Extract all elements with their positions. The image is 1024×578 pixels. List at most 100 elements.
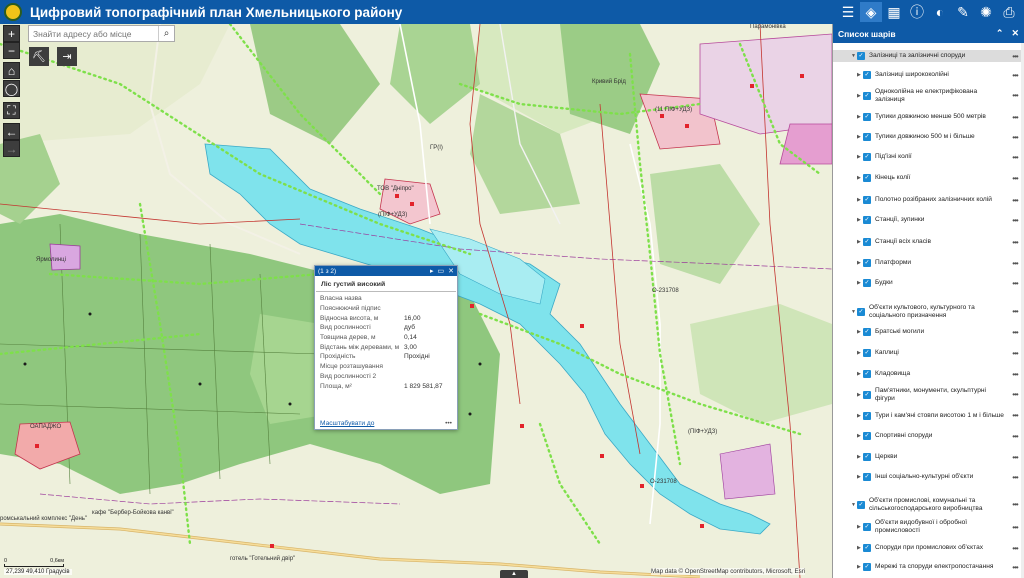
layer-item[interactable]: ▼ ✓ Об'єкти промислові, комунальні та сіль… <box>833 495 1023 514</box>
layer-item[interactable]: ▶ ✓ Станції, зупинки ••• <box>833 212 1023 228</box>
layer-item[interactable]: ▶ ✓ Церкви ••• <box>833 449 1023 465</box>
export-icon[interactable]: ⇥ <box>57 47 77 66</box>
layer-label: Споруди при промислових об'єктах <box>875 544 984 552</box>
layer-item[interactable]: ▶ ✓ Платформи ••• <box>833 255 1023 271</box>
map-label: (ПІФ+УДЗ) <box>688 429 718 435</box>
next-icon[interactable]: ▸ <box>430 267 434 275</box>
layer-label: Станції всіх класів <box>875 238 931 246</box>
layer-item[interactable]: ▶ ✓ Каплиці ••• <box>833 345 1023 361</box>
attribute-key: Площа, м² <box>320 382 352 390</box>
layer-visibility-checkbox[interactable]: ✓ <box>863 113 871 121</box>
back-arrow-icon[interactable]: ← <box>3 123 20 140</box>
layer-visibility-checkbox[interactable]: ✓ <box>863 174 871 182</box>
close-panel-icon[interactable]: ✕ <box>1011 28 1019 39</box>
more-options-icon[interactable]: ••• <box>445 420 452 427</box>
layer-visibility-checkbox[interactable]: ✓ <box>863 453 871 461</box>
layer-item[interactable]: ▶ ✓ Спортивні споруди ••• <box>833 428 1023 444</box>
attribute-row: Площа, м² 1 829 581,87 <box>315 381 457 391</box>
info-icon[interactable]: ⓘ <box>906 2 928 22</box>
layer-item[interactable]: ▶ ✓ Одноколійна не електрифікована залізни… <box>833 87 1023 104</box>
layer-item[interactable]: ▶ ✓ Полотно розібраних залізничних колій ••… <box>833 192 1023 208</box>
layer-label: Одноколійна не електрифікована залізниця <box>875 87 978 103</box>
dock-icon[interactable]: ▭ <box>438 267 445 275</box>
attribute-value: 0,14 <box>404 334 417 342</box>
layer-visibility-checkbox[interactable]: ✓ <box>863 523 871 531</box>
close-icon[interactable]: ✕ <box>448 267 454 275</box>
satellite-icon[interactable]: ✺ <box>975 2 997 22</box>
header-toolbar: ☰ ◈ ▦ ⓘ ◐ ✎ ✺ ⎙ <box>836 0 1020 24</box>
list-icon[interactable]: ☰ <box>837 2 859 22</box>
address-search: ⌕ <box>28 25 175 42</box>
layer-visibility-checkbox[interactable]: ✓ <box>863 196 871 204</box>
search-icon[interactable]: ⌕ <box>158 26 174 41</box>
measure-icon[interactable]: ✎ <box>952 2 974 22</box>
layer-item[interactable]: ▶ ✓ Тупики довжиною 500 м і більше ••• <box>833 129 1023 145</box>
layer-item[interactable]: ▶ ✓ Будки ••• <box>833 275 1023 291</box>
basemap-icon[interactable]: ▦ <box>883 2 905 22</box>
layer-item[interactable]: ▶ ✓ Кладовища ••• <box>833 366 1023 382</box>
layer-visibility-checkbox[interactable]: ✓ <box>863 349 871 357</box>
home-icon[interactable]: ⌂ <box>3 62 20 79</box>
layer-item[interactable]: ▶ ✓ Станції всіх класів ••• <box>833 234 1023 250</box>
layer-label: Під'їзні колії <box>875 153 912 161</box>
layer-visibility-checkbox[interactable]: ✓ <box>863 153 871 161</box>
layer-visibility-checkbox[interactable]: ✓ <box>863 390 871 399</box>
layer-item[interactable]: ▶ ✓ Братські могили ••• <box>833 324 1023 340</box>
layer-label: Кладовища <box>875 370 911 378</box>
zoom-out-button[interactable]: − <box>3 42 20 59</box>
layer-visibility-checkbox[interactable]: ✓ <box>863 71 871 79</box>
attribute-row: Вид рослинності дуб <box>315 323 457 333</box>
attribute-key: Власна назва <box>320 295 362 303</box>
layer-visibility-checkbox[interactable]: ✓ <box>863 432 871 440</box>
layer-visibility-checkbox[interactable]: ✓ <box>863 279 871 287</box>
layer-label: Інші соціально-культурні об'єкти <box>875 473 974 481</box>
attribute-row: Відстань між деревами, м 3,00 <box>315 342 457 352</box>
layer-list-panel: Список шарів ⌃ ✕ ▼ ✓ Залізниці та залізнич… <box>832 24 1024 578</box>
layer-visibility-checkbox[interactable]: ✓ <box>863 91 871 100</box>
layer-item[interactable]: ▶ ✓ Пам'ятники, монументи, скульптурні фіг… <box>833 386 1023 403</box>
attribute-row: Вид рослинності 2 <box>315 372 457 382</box>
layer-visibility-checkbox[interactable]: ✓ <box>863 544 871 552</box>
layer-visibility-checkbox[interactable]: ✓ <box>857 307 865 316</box>
fullscreen-icon[interactable]: ⛶ <box>3 102 20 119</box>
chevron-up-icon[interactable]: ▲ <box>500 570 528 578</box>
layer-label: Залізниці ширококолійні <box>875 71 949 79</box>
layer-item[interactable]: ▶ ✓ Залізниці ширококолійні ••• <box>833 67 1023 83</box>
layers-icon[interactable]: ◈ <box>860 2 882 22</box>
forward-arrow-icon[interactable]: → <box>3 140 20 157</box>
layer-item[interactable]: ▼ ✓ Об'єкти культового, культурного та соц… <box>833 302 1023 321</box>
zoom-to-link[interactable]: Масштабувати до <box>320 420 374 427</box>
search-input[interactable] <box>29 28 158 39</box>
layer-item[interactable]: ▶ ✓ Інші соціально-культурні об'єкти ••• <box>833 469 1023 485</box>
layer-visibility-checkbox[interactable]: ✓ <box>863 238 871 246</box>
map-label: (11 ПІФ+УДЗ) <box>655 107 693 113</box>
layer-visibility-checkbox[interactable]: ✓ <box>857 500 865 509</box>
layer-label: Об'єкти видобувної і обробної промислово… <box>875 519 968 534</box>
layer-item[interactable]: ▼ ✓ Залізниці та залізничні споруди ••• <box>833 50 1023 62</box>
layer-item[interactable]: ▶ ✓ Мережі та споруди електропостачання ••• <box>833 559 1023 575</box>
print-icon[interactable]: ⎙ <box>998 2 1020 22</box>
swipe-icon[interactable]: ◐ <box>929 2 951 22</box>
layer-visibility-checkbox[interactable]: ✓ <box>863 473 871 481</box>
layer-item[interactable]: ▶ ✓ Тупики довжиною менше 500 метрів ••• <box>833 109 1023 125</box>
layer-item[interactable]: ▶ ✓ Під'їзні колії ••• <box>833 149 1023 165</box>
collapse-icon[interactable]: ⌃ <box>996 28 1004 39</box>
layer-visibility-checkbox[interactable]: ✓ <box>857 52 865 60</box>
layer-item[interactable]: ▶ ✓ Об'єкти видобувної і обробної промисло… <box>833 519 1023 535</box>
attribute-row: Пояснюючий підпис <box>315 304 457 314</box>
layer-visibility-checkbox[interactable]: ✓ <box>863 370 871 378</box>
layer-label: Пам'ятники, монументи, скульптурні фігур… <box>875 386 986 402</box>
locate-icon[interactable]: ◯ <box>3 80 20 97</box>
measure-tool-icon[interactable]: ⛏ <box>29 47 49 66</box>
layer-visibility-checkbox[interactable]: ✓ <box>863 563 871 571</box>
layer-visibility-checkbox[interactable]: ✓ <box>863 411 871 420</box>
layer-visibility-checkbox[interactable]: ✓ <box>863 216 871 224</box>
layer-item[interactable]: ▶ ✓ Тури і кам'яні стовпи висотою 1 м і бі… <box>833 407 1023 424</box>
zoom-in-button[interactable]: + <box>3 25 20 42</box>
attribute-key: Відносна висота, м <box>320 314 379 322</box>
layer-visibility-checkbox[interactable]: ✓ <box>863 259 871 267</box>
layer-visibility-checkbox[interactable]: ✓ <box>863 328 871 336</box>
layer-item[interactable]: ▶ ✓ Споруди при промислових об'єктах ••• <box>833 540 1023 556</box>
layer-visibility-checkbox[interactable]: ✓ <box>863 133 871 141</box>
layer-item[interactable]: ▶ ✓ Кінець колії ••• <box>833 170 1023 186</box>
